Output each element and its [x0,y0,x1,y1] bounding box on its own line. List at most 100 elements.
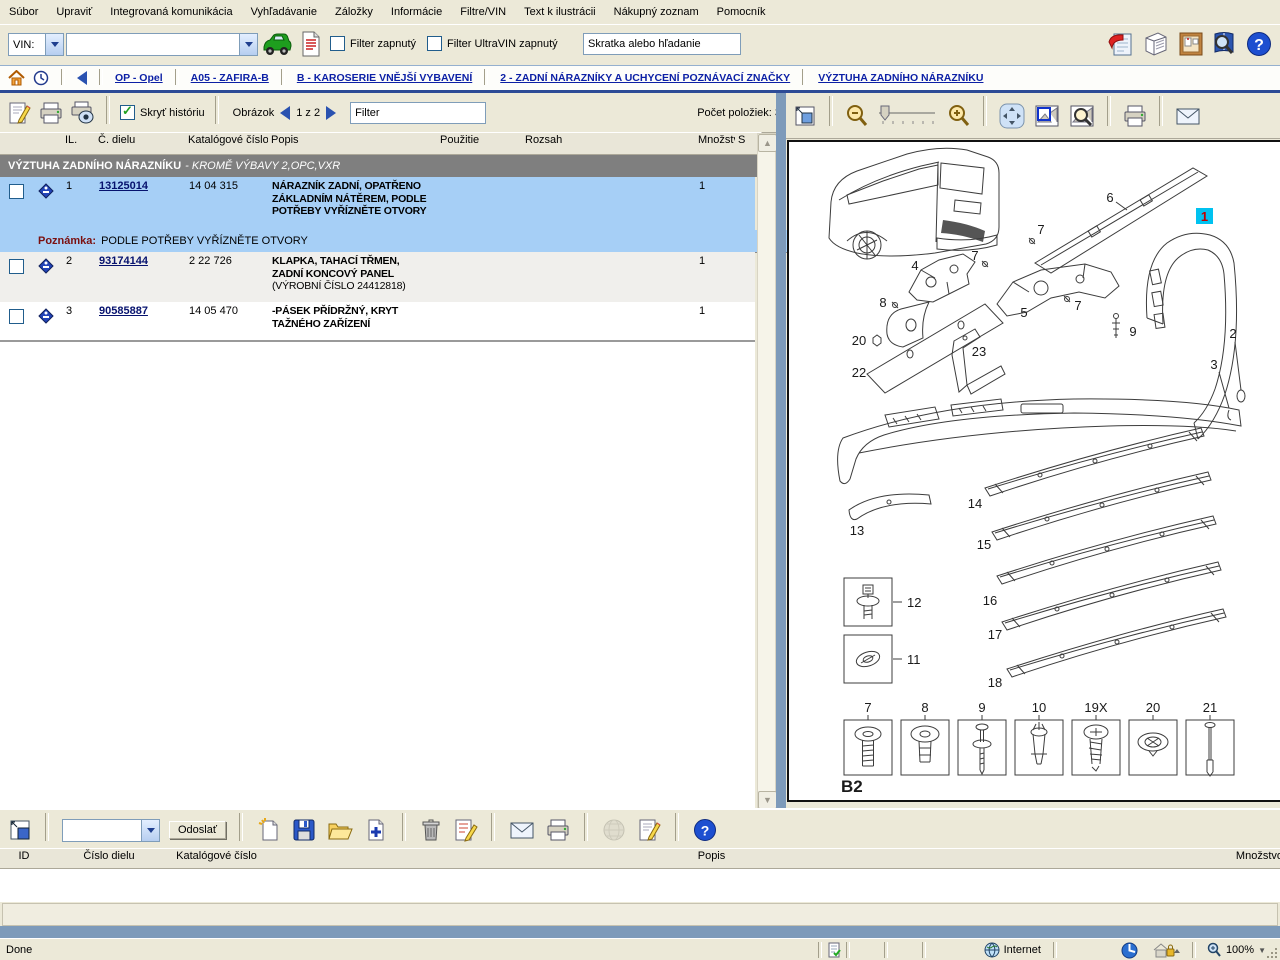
menu-text-k-ilustracii[interactable]: Text k ilustrácii [515,1,605,23]
breadcrumb-make[interactable]: OP - Opel [115,72,163,84]
breadcrumb-group[interactable]: B - KAROSERIE VNĚJŠÍ VYBAVENÍ [297,72,472,84]
protected-mode-icon[interactable] [1121,942,1138,959]
new-list-icon[interactable] [256,817,282,843]
menu-integrovana-komunikacia[interactable]: Integrovaná komunikácia [101,1,241,23]
part-label-2[interactable]: 2 [1229,326,1236,341]
help-icon[interactable]: ? [692,817,718,843]
restore-panel-icon[interactable] [8,818,32,842]
table-row[interactable]: 2 93174144 2 22 726 KLAPKA, TAHACÍ TŘMEN… [0,252,755,303]
part-number-link[interactable]: 90585887 [99,305,148,317]
zoom-out-icon[interactable] [844,103,870,129]
breadcrumb-current[interactable]: VÝZTUHA ZADNÍHO NÁRAZNÍKU [818,72,983,84]
zoom-in-icon[interactable] [946,103,972,129]
header-description[interactable]: Popis [257,848,1167,869]
print-image-icon[interactable] [1122,103,1148,129]
vin-value-combo[interactable] [66,33,258,56]
part-label-9[interactable]: 9 [1129,324,1136,339]
part-label-13[interactable]: 13 [850,523,864,538]
part-label-7[interactable]: 7 [971,248,978,263]
part-label-17[interactable]: 17 [988,627,1002,642]
part-label-14[interactable]: 14 [968,496,982,511]
table-row[interactable]: 3 90585887 14 05 470 -PÁSEK PŘÍDRŽNÝ, KR… [0,302,755,342]
part-label-7[interactable]: 7 [1074,298,1081,313]
part-label-6[interactable]: 6 [1106,190,1113,205]
menu-informacie[interactable]: Informácie [382,1,451,23]
fastener-label-9[interactable]: 9 [978,700,985,715]
help-icon[interactable]: ? [1244,29,1274,59]
pan-icon[interactable] [998,102,1026,130]
list-selector-combo[interactable] [62,819,160,842]
part-label-5[interactable]: 5 [1020,305,1027,320]
row-checkbox[interactable] [9,259,24,274]
tag-icon[interactable] [38,258,54,274]
save-icon[interactable] [291,817,317,843]
select-region-icon[interactable] [1033,102,1061,130]
home-icon[interactable] [8,70,25,86]
fastener-label-7[interactable]: 7 [864,700,871,715]
news-icon[interactable] [1141,29,1171,59]
menu-nakupny-zoznam[interactable]: Nákupný zoznam [605,1,708,23]
panel-splitter[interactable] [776,93,786,808]
fit-image-icon[interactable] [792,103,818,129]
fastener-label-21[interactable]: 21 [1203,700,1217,715]
previous-image-icon[interactable] [280,106,290,120]
part-number-link[interactable]: 13125014 [99,180,148,192]
part-label-16[interactable]: 16 [983,593,997,608]
breadcrumb-model[interactable]: A05 - ZAFIRA-B [191,72,269,84]
print-icon[interactable] [38,100,64,126]
header-usage[interactable]: Použitie [437,132,529,155]
annotate-icon[interactable] [6,100,32,126]
mail-icon[interactable] [508,818,536,842]
menu-filtre-vin[interactable]: Filtre/VIN [451,1,515,23]
part-label-4[interactable]: 4 [911,258,918,273]
edit-list-icon[interactable] [452,817,478,843]
header-description[interactable]: Popis [268,132,444,155]
chevron-down-icon[interactable] [141,820,159,841]
back-icon[interactable] [77,71,87,85]
filter-input[interactable] [350,102,486,124]
zoom-region-icon[interactable] [1068,102,1096,130]
send-button[interactable]: Odoslať [169,821,226,839]
email-image-icon[interactable] [1174,104,1202,128]
part-label-12[interactable]: 12 [907,595,921,610]
menu-subor[interactable]: Súbor [0,1,47,23]
ultravin-checkbox[interactable]: Filter UltraVIN zapnutý [427,36,558,51]
part-label-11[interactable]: 11 [907,652,921,667]
zoom-slider[interactable] [877,103,939,129]
row-checkbox[interactable] [9,309,24,324]
menu-upravit[interactable]: Upraviť [47,1,101,23]
home-security-icon[interactable] [1152,942,1182,959]
hide-history-checkbox[interactable]: Skryť históriu [120,105,205,120]
shortcut-search-input[interactable] [583,33,741,55]
header-catalog-number[interactable]: Katalógové číslo [170,848,264,869]
history-clock-icon[interactable] [33,70,49,86]
table-row[interactable]: 1 13125014 14 04 315 NÁRAZNÍK ZADNÍ, OPA… [0,177,755,230]
part-label-20[interactable]: 20 [852,333,866,348]
add-document-icon[interactable] [363,817,389,843]
zoom-level-label[interactable]: 100% [1222,944,1258,956]
vin-type-combo[interactable]: VIN: [8,33,64,56]
part-label-22[interactable]: 22 [852,365,866,380]
vin-document-icon[interactable] [297,29,323,59]
checkbox[interactable] [427,36,442,51]
menu-vyhladavanie[interactable]: Vyhľadávanie [242,1,326,23]
highlighted-part-callout[interactable]: 1 [1196,208,1213,224]
header-catalog-number[interactable]: Katalógové číslo [185,132,275,155]
filter-on-checkbox[interactable]: Filter zapnutý [330,36,416,51]
checkbox-checked[interactable] [120,105,135,120]
next-image-icon[interactable] [326,106,336,120]
part-label-3[interactable]: 3 [1210,357,1217,372]
menu-zalozky[interactable]: Záložky [326,1,382,23]
resize-grip[interactable] [1264,945,1278,959]
header-quantity[interactable]: Množstvo [1160,848,1280,869]
part-label-7[interactable]: 7 [1037,222,1044,237]
header-part-number[interactable]: Číslo dielu [42,848,177,869]
open-icon[interactable] [326,817,354,843]
part-label-15[interactable]: 15 [977,537,991,552]
checkbox[interactable] [330,36,345,51]
fastener-label-8[interactable]: 8 [921,700,928,715]
horizontal-scroll-strip[interactable] [2,903,1278,926]
return-document-icon[interactable] [1106,29,1136,59]
part-label-8[interactable]: 8 [879,295,886,310]
fastener-label-19x[interactable]: 19X [1084,700,1107,715]
